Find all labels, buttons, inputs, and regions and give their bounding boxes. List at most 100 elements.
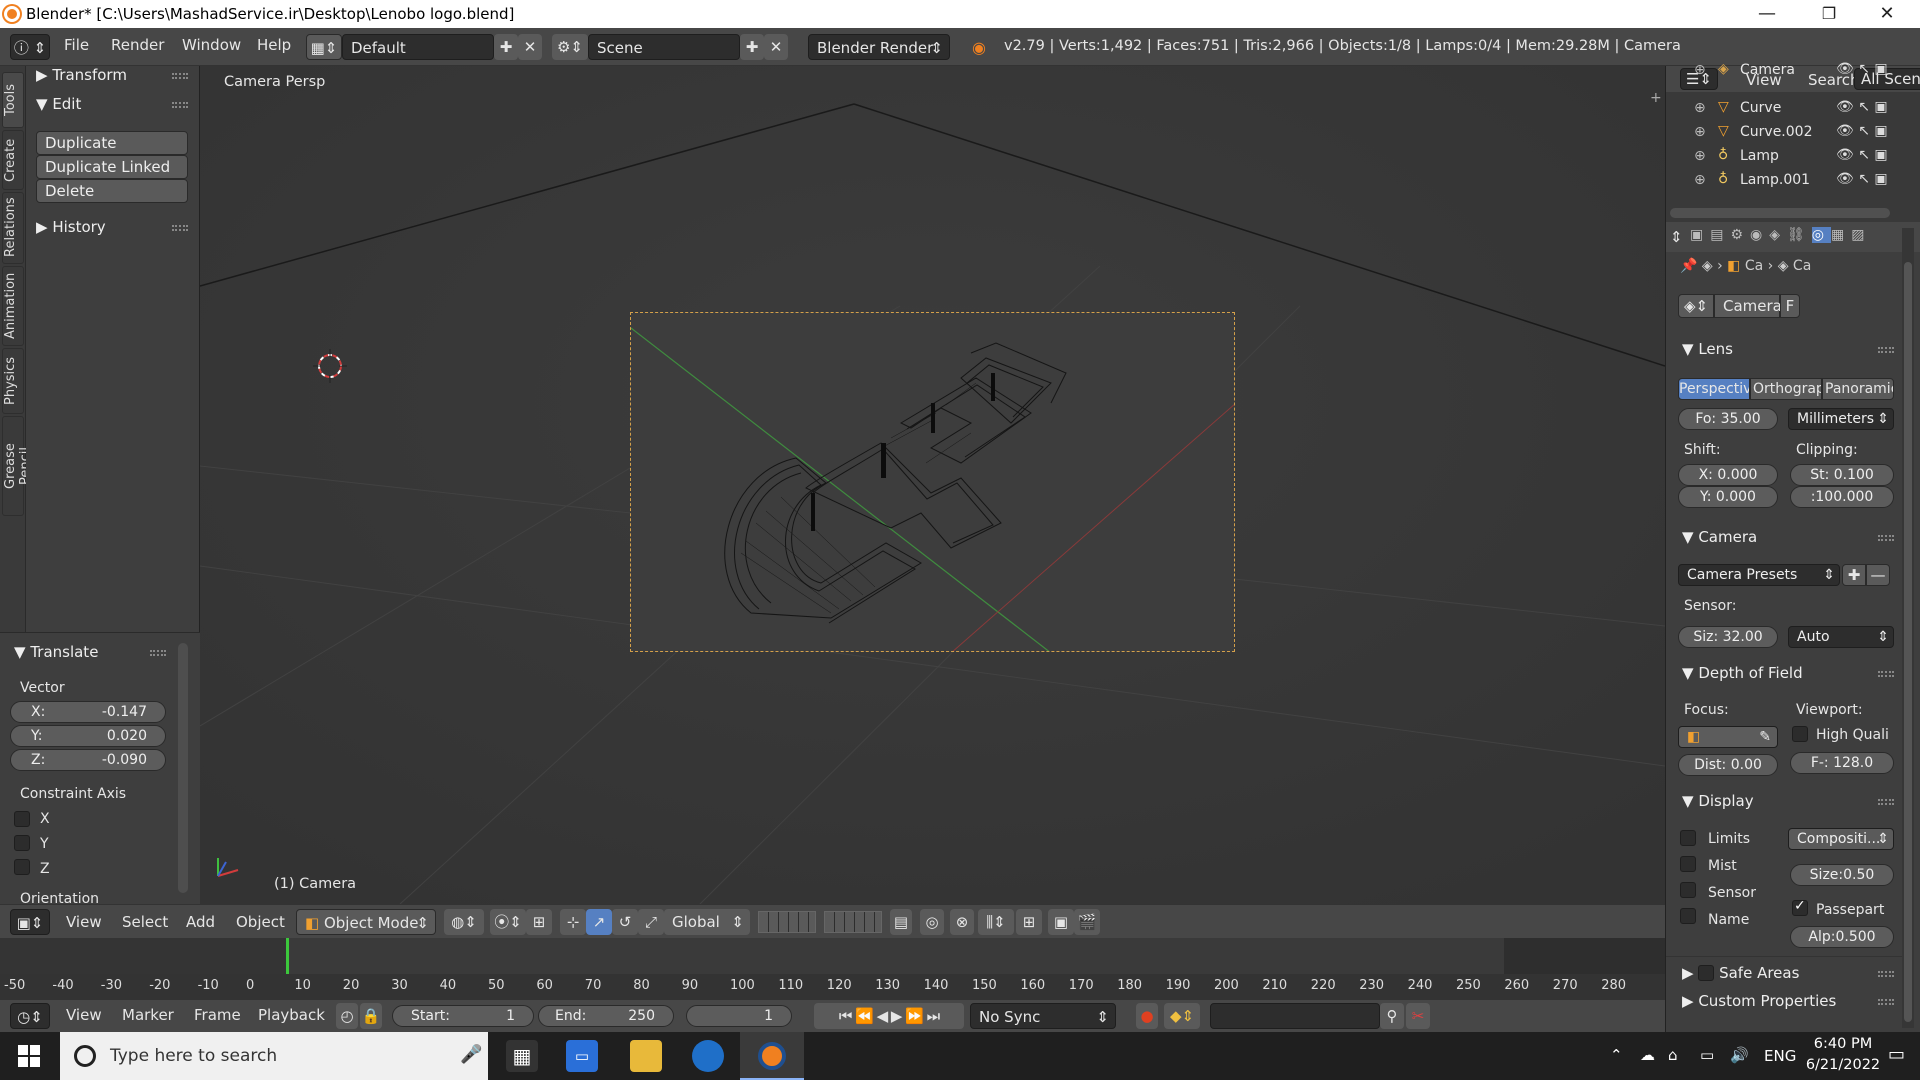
expand-icon[interactable]: ⊕	[1694, 100, 1706, 116]
clip-start-field[interactable]: St: 0.100	[1790, 464, 1894, 486]
camera-datablock-icon[interactable]: ◈⇕	[1678, 294, 1714, 318]
focal-length-field[interactable]: Fo: 35.00	[1678, 408, 1778, 430]
properties-context-tabs[interactable]: ▣▤⚙◉◈⛓◎▦▨	[1690, 227, 1915, 247]
delete-button[interactable]: Delete	[36, 179, 188, 203]
delete-keyframe-icon[interactable]: ✂	[1406, 1003, 1430, 1029]
snap-toggle-icon[interactable]: ⊗	[950, 909, 974, 935]
menu-marker[interactable]: Marker	[122, 1006, 174, 1024]
microphone-icon[interactable]: 🎤	[460, 1044, 482, 1065]
passepartout-alpha-field[interactable]: Alp:0.500	[1790, 926, 1894, 948]
tab-physics[interactable]: Physics	[2, 348, 24, 414]
render-animation-icon[interactable]: 🎬	[1074, 909, 1100, 935]
menu-frame[interactable]: Frame	[194, 1006, 241, 1024]
lock-time-icon[interactable]: 🔒	[360, 1003, 382, 1029]
properties-scrollbar[interactable]	[1904, 262, 1912, 1022]
duplicate-linked-button[interactable]: Duplicate Linked	[36, 155, 188, 179]
lens-panel-header[interactable]: ▼ Lens	[1682, 340, 1733, 358]
outliner-item-label[interactable]: Curve.002	[1740, 124, 1812, 140]
layers-grid-1[interactable]	[758, 911, 816, 933]
panel-scrollbar[interactable]	[178, 643, 188, 893]
edit-panel-header[interactable]: ▼ Edit	[36, 95, 81, 113]
record-icon[interactable]: ●	[1136, 1003, 1158, 1029]
limits-checkbox[interactable]	[1680, 830, 1696, 846]
clock-time[interactable]: 6:40 PM	[1810, 1036, 1876, 1052]
vector-x-field[interactable]: X: -0.147	[10, 701, 166, 723]
network-icon[interactable]: ☁	[1640, 1046, 1655, 1064]
outliner-item-label[interactable]: Lamp	[1740, 148, 1779, 164]
menu-window[interactable]: Window	[182, 36, 241, 54]
calculator-icon[interactable]: ▦	[506, 1040, 538, 1072]
visibility-icons[interactable]: 👁 ↖ ▣	[1836, 147, 1888, 163]
taskbar-blender-active[interactable]	[740, 1032, 804, 1080]
playhead[interactable]	[286, 938, 289, 974]
scene-icon[interactable]: ⚙⇕	[552, 34, 588, 60]
menu-object[interactable]: Object	[236, 913, 285, 931]
lock-layers-icon[interactable]: ▤	[890, 909, 912, 935]
constraint-x-checkbox[interactable]	[14, 811, 30, 827]
menu-timeline-view[interactable]: View	[66, 1006, 102, 1024]
maximize-button[interactable]: ❐	[1800, 0, 1858, 28]
dof-panel-header[interactable]: ▼ Depth of Field	[1682, 664, 1803, 682]
add-scene-icon[interactable]: ✚	[740, 34, 764, 60]
transform-orientation-dropdown[interactable]: Global ⇕	[664, 909, 750, 935]
tab-create[interactable]: Create	[2, 130, 24, 190]
volume-icon[interactable]: 🔊	[1730, 1046, 1749, 1064]
panoramic-toggle[interactable]: Panoramic	[1822, 378, 1894, 400]
start-frame-field[interactable]: Start: 1	[392, 1005, 534, 1027]
perspective-toggle[interactable]: Perspectiv	[1678, 378, 1750, 400]
battery-icon[interactable]: ▭	[1700, 1046, 1714, 1064]
viewport-region-toggle-icon[interactable]: +	[1650, 90, 1662, 106]
outliner-item[interactable]: ⊕ ♁ Lamp.001 👁 ↖ ▣	[1666, 170, 1904, 192]
editor-type-3d-icon[interactable]: ▣⇕	[10, 909, 50, 935]
scene-field[interactable]: Scene	[588, 34, 740, 60]
outliner[interactable]: ☰⇕ View Search All Scenes ⊕◈Camera👁 ↖ ▣⊕…	[1665, 61, 1920, 222]
rotate-widget-icon[interactable]: ↺	[612, 909, 638, 935]
sync-dropdown[interactable]: No Sync ⇕	[970, 1003, 1116, 1029]
panel-grip-icon[interactable]	[1878, 535, 1894, 541]
expand-icon[interactable]: ⊕	[1694, 148, 1706, 164]
shift-x-field[interactable]: X: 0.000	[1678, 464, 1778, 486]
translate-panel-header[interactable]: ▼ Translate	[14, 643, 98, 661]
minimize-button[interactable]: —	[1738, 0, 1796, 28]
layers-grid-2[interactable]	[824, 911, 882, 933]
outliner-item[interactable]: ⊕ ▽ Curve.002 👁 ↖ ▣	[1666, 122, 1904, 144]
clock-date[interactable]: 6/21/2022	[1800, 1057, 1886, 1073]
add-preset-icon[interactable]: ✚	[1842, 564, 1866, 586]
lens-unit-dropdown[interactable]: Millimeters ⇕	[1788, 408, 1894, 430]
display-panel-header[interactable]: ▼ Display	[1682, 792, 1754, 810]
pivot-point-icon[interactable]: ⦿⇕	[490, 909, 526, 935]
outliner-scrollbar[interactable]	[1670, 208, 1890, 218]
proportional-edit-icon[interactable]: ◎	[920, 909, 944, 935]
render-still-icon[interactable]: ▣	[1048, 909, 1074, 935]
transform-panel-header[interactable]: ▶ Transform	[36, 66, 127, 84]
menu-add[interactable]: Add	[186, 913, 215, 931]
properties-editor-type-icon[interactable]: ⇕	[1670, 228, 1683, 246]
scale-widget-icon[interactable]: ⤢	[638, 909, 664, 935]
constraint-y-checkbox[interactable]	[14, 835, 30, 851]
snap-target-icon[interactable]: ⊞	[1016, 909, 1042, 935]
menu-playback[interactable]: Playback	[258, 1006, 325, 1024]
visibility-icons[interactable]: 👁 ↖ ▣	[1836, 61, 1888, 77]
mist-checkbox[interactable]	[1680, 856, 1696, 872]
composition-guides-dropdown[interactable]: Compositi... ⇕	[1788, 828, 1894, 850]
panel-grip-icon[interactable]	[172, 225, 188, 231]
editor-type-info-icon[interactable]: ⓘ ⇕	[10, 34, 50, 60]
passepartout-checkbox[interactable]	[1792, 898, 1808, 916]
camera-panel-header[interactable]: ▼ Camera	[1682, 528, 1757, 546]
widget-toggle-icon[interactable]: ⊹	[560, 909, 586, 935]
menu-render[interactable]: Render	[111, 36, 164, 54]
orthographic-toggle[interactable]: Orthograp	[1750, 378, 1822, 400]
layout-field[interactable]: Default	[342, 34, 494, 60]
camera-datablock-field[interactable]: Camera	[1714, 294, 1782, 318]
firefox-icon[interactable]	[692, 1040, 724, 1072]
camera-presets-dropdown[interactable]: Camera Presets ⇕	[1678, 564, 1840, 586]
vector-y-field[interactable]: Y: 0.020	[10, 725, 166, 747]
focus-distance-field[interactable]: Dist: 0.00	[1678, 754, 1778, 776]
file-explorer-icon[interactable]	[630, 1040, 662, 1072]
outliner-item-label[interactable]: Camera	[1740, 62, 1795, 78]
tab-relations[interactable]: Relations	[2, 192, 24, 264]
usb-icon[interactable]: ⌂	[1668, 1046, 1678, 1064]
custom-properties-panel-header[interactable]: ▶ Custom Properties	[1682, 992, 1836, 1010]
eyedropper-icon[interactable]: ✎	[1759, 727, 1771, 747]
remote-desktop-icon[interactable]: ▭	[566, 1040, 598, 1072]
